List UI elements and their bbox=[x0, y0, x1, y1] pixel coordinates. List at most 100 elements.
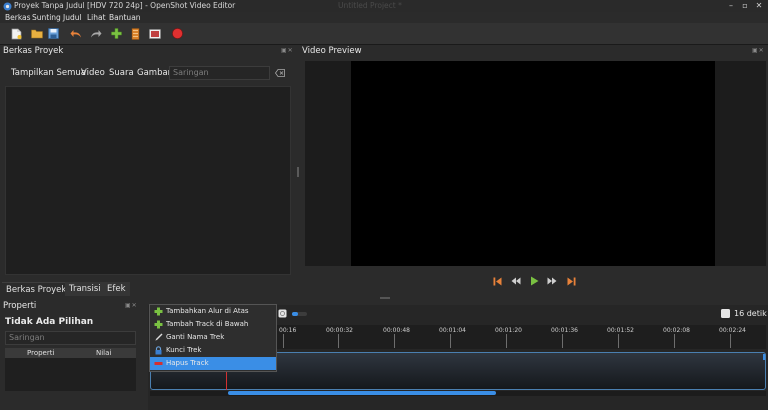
plus-icon bbox=[154, 307, 163, 316]
undo-button[interactable] bbox=[68, 26, 83, 41]
lock-icon bbox=[155, 346, 162, 355]
save-project-icon bbox=[48, 28, 59, 39]
fullscreen-button[interactable] bbox=[147, 26, 162, 41]
properties-table: Properti Nilai bbox=[5, 348, 136, 391]
properties-table-header bbox=[5, 348, 136, 358]
ruler-label: 00:01:36 bbox=[551, 327, 578, 334]
ruler-label: 00:01:20 bbox=[495, 327, 522, 334]
timeline-duration-label: 16 detik bbox=[734, 309, 767, 318]
menu-item-add-track-below[interactable]: Tambah Track di Bawah bbox=[150, 318, 276, 331]
splitter-handle[interactable] bbox=[297, 167, 299, 177]
zoom-slider-fill bbox=[292, 312, 298, 316]
tab-audio[interactable]: Suara bbox=[109, 68, 134, 78]
minimize-button[interactable]: – bbox=[724, 0, 738, 11]
ruler-tick bbox=[283, 334, 284, 348]
ruler-tick bbox=[450, 334, 451, 348]
save-project-button[interactable] bbox=[46, 26, 61, 41]
project-files-search-input[interactable]: Saringan bbox=[169, 66, 270, 80]
minus-icon bbox=[154, 362, 163, 365]
splitter-handle-horizontal[interactable] bbox=[380, 297, 390, 299]
close-button[interactable]: ✕ bbox=[752, 0, 766, 11]
new-project-icon bbox=[11, 28, 22, 39]
properties-search-input[interactable]: Saringan bbox=[5, 331, 136, 345]
ruler-tick bbox=[562, 334, 563, 348]
menu-berkas[interactable]: Berkas bbox=[5, 12, 31, 23]
redo-button[interactable] bbox=[88, 26, 103, 41]
play-icon bbox=[530, 276, 538, 286]
rewind-icon bbox=[511, 277, 521, 285]
openshot-logo-icon bbox=[3, 2, 12, 11]
video-preview-frame bbox=[305, 61, 766, 266]
maximize-button[interactable]: ▫ bbox=[738, 0, 752, 11]
project-files-title: Berkas Proyek bbox=[3, 46, 64, 56]
title-bar: Proyek Tanpa Judul [HDV 720 24p] - OpenS… bbox=[0, 0, 768, 12]
rewind-button[interactable] bbox=[510, 275, 522, 287]
clear-filter-icon[interactable] bbox=[275, 69, 285, 77]
window-title-ghost: Untitled Project * bbox=[338, 1, 402, 10]
timeline-scrollbar-thumb[interactable] bbox=[228, 391, 496, 395]
rename-icon bbox=[155, 333, 163, 341]
tab-effects[interactable]: Efek bbox=[103, 282, 130, 296]
menu-item-label: Tambahkan Alur di Atas bbox=[166, 307, 249, 315]
import-files-icon bbox=[111, 28, 122, 39]
menu-bar: Berkas Sunting Judul Lihat Bantuan bbox=[0, 12, 768, 23]
jump-end-button[interactable] bbox=[565, 275, 577, 287]
play-button[interactable] bbox=[528, 275, 540, 287]
choose-profile-button[interactable] bbox=[128, 26, 143, 41]
tab-video[interactable]: Video bbox=[81, 68, 105, 78]
open-project-icon bbox=[30, 29, 43, 39]
properties-title: Properti bbox=[3, 301, 37, 311]
menu-item-label: Tambah Track di Bawah bbox=[166, 320, 249, 328]
column-property[interactable]: Properti bbox=[27, 349, 54, 357]
column-value[interactable]: Nilai bbox=[96, 349, 111, 357]
ruler-label: 00:01:52 bbox=[607, 327, 634, 334]
ruler-tick bbox=[338, 334, 339, 348]
ruler-tick bbox=[506, 334, 507, 348]
video-preview-title: Video Preview bbox=[302, 46, 362, 56]
ruler-label: 00:16 bbox=[279, 327, 297, 334]
menu-item-remove-track[interactable]: Hapus Track bbox=[150, 357, 276, 370]
open-project-button[interactable] bbox=[29, 26, 44, 41]
menu-judul[interactable]: Judul bbox=[63, 12, 82, 23]
menu-item-rename-track[interactable]: Ganti Nama Trek bbox=[150, 331, 276, 344]
menu-lihat[interactable]: Lihat bbox=[87, 12, 106, 23]
window-title: Proyek Tanpa Judul [HDV 720 24p] - OpenS… bbox=[14, 1, 236, 10]
jump-end-icon bbox=[567, 277, 575, 285]
tab-project-files[interactable]: Berkas Proyek bbox=[2, 282, 71, 296]
project-files-dock-controls[interactable]: ▣✕ bbox=[281, 47, 294, 54]
menu-sunting[interactable]: Sunting bbox=[32, 12, 61, 23]
ruler-label: 00:02:08 bbox=[663, 327, 690, 334]
timeline-zoom-icon[interactable] bbox=[278, 309, 287, 318]
video-preview-dock-controls[interactable]: ▣✕ bbox=[752, 47, 765, 54]
jump-start-button[interactable] bbox=[491, 275, 503, 287]
menu-item-label: Kunci Trek bbox=[166, 346, 202, 354]
fast-forward-button[interactable] bbox=[546, 275, 558, 287]
ruler-label: 00:01:04 bbox=[439, 327, 466, 334]
tab-image[interactable]: Gambar bbox=[137, 68, 171, 78]
tab-show-all[interactable]: Tampilkan Semua bbox=[11, 68, 86, 78]
choose-profile-icon bbox=[131, 27, 140, 40]
menu-bantuan[interactable]: Bantuan bbox=[109, 12, 141, 23]
timeline-scrollbar[interactable] bbox=[150, 391, 766, 396]
ruler-label: 00:02:24 bbox=[719, 327, 746, 334]
fast-forward-icon bbox=[547, 277, 557, 285]
menu-item-lock-track[interactable]: Kunci Trek bbox=[150, 344, 276, 357]
fullscreen-icon bbox=[148, 28, 161, 39]
toolbar bbox=[0, 23, 768, 45]
zoom-slider[interactable] bbox=[292, 312, 307, 316]
no-selection-label: Tidak Ada Pilihan bbox=[5, 317, 94, 327]
tab-transitions[interactable]: Transisi bbox=[65, 282, 105, 296]
menu-item-label: Hapus Track bbox=[166, 359, 209, 367]
properties-dock-controls[interactable]: ▣✕ bbox=[125, 302, 138, 309]
menu-item-label: Ganti Nama Trek bbox=[166, 333, 225, 341]
export-video-button[interactable] bbox=[170, 26, 185, 41]
import-files-button[interactable] bbox=[109, 26, 124, 41]
export-video-icon bbox=[172, 28, 183, 39]
timeline-checkbox[interactable] bbox=[721, 309, 730, 318]
ruler-tick bbox=[730, 334, 731, 348]
new-project-button[interactable] bbox=[9, 26, 24, 41]
track-end-marker bbox=[763, 354, 765, 360]
ruler-tick bbox=[674, 334, 675, 348]
project-files-list[interactable] bbox=[5, 86, 291, 275]
menu-item-add-track-above[interactable]: Tambahkan Alur di Atas bbox=[150, 305, 276, 318]
